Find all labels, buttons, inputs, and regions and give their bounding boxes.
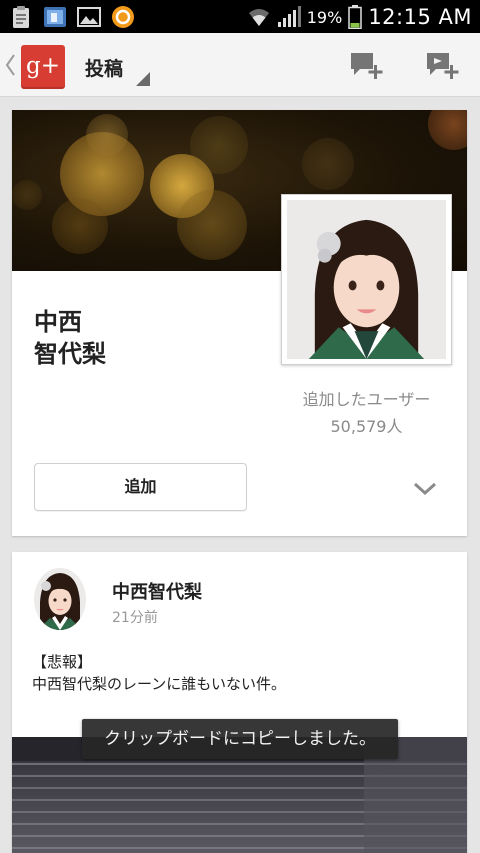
new-video-message-icon[interactable]: [424, 49, 462, 83]
status-bar: 19% 12:15 AM: [0, 0, 480, 33]
post-timestamp: 21分前: [112, 610, 158, 626]
clock: 12:15 AM: [368, 5, 472, 29]
profile-card: 中西 智代梨 追加したユーザー 50,579人 追加: [12, 110, 467, 536]
followers-label: 追加したユーザー: [302, 390, 431, 409]
add-to-circles-button[interactable]: 追加: [34, 463, 247, 511]
spinner-indicator-icon[interactable]: [136, 72, 150, 86]
logo-text: g+: [26, 53, 60, 79]
profile-name: 中西 智代梨: [34, 308, 106, 368]
battery-percent: 19%: [306, 7, 343, 27]
post-author-avatar[interactable]: [34, 568, 86, 630]
toast-message: クリップボードにコピーしました。: [82, 719, 398, 759]
clipboard-icon: [13, 6, 29, 28]
image-icon: [77, 7, 101, 27]
post-body: 【悲報】 中西智代梨のレーンに誰もいない件。: [32, 653, 286, 693]
profile-avatar[interactable]: [281, 194, 452, 365]
post-card: 中西智代梨 21分前 【悲報】 中西智代梨のレーンに誰もいない件。: [12, 552, 467, 853]
chevron-down-icon[interactable]: [410, 476, 440, 500]
notification-icons: [8, 4, 136, 30]
up-caret-icon[interactable]: [4, 51, 16, 79]
post-author-name[interactable]: 中西智代梨: [112, 578, 202, 604]
action-bar: g+ 投稿: [0, 33, 480, 97]
google-plus-logo[interactable]: g+: [21, 45, 65, 89]
battery-icon: [348, 5, 363, 29]
app-icon: [112, 6, 134, 28]
signal-icon: [277, 6, 301, 27]
gallery-icon: [44, 7, 66, 27]
page-title[interactable]: 投稿: [85, 54, 123, 81]
new-message-icon[interactable]: [348, 49, 386, 83]
wifi-icon: [248, 9, 269, 26]
profile-photo: [287, 200, 446, 359]
followers-count: 50,579人: [330, 417, 403, 436]
